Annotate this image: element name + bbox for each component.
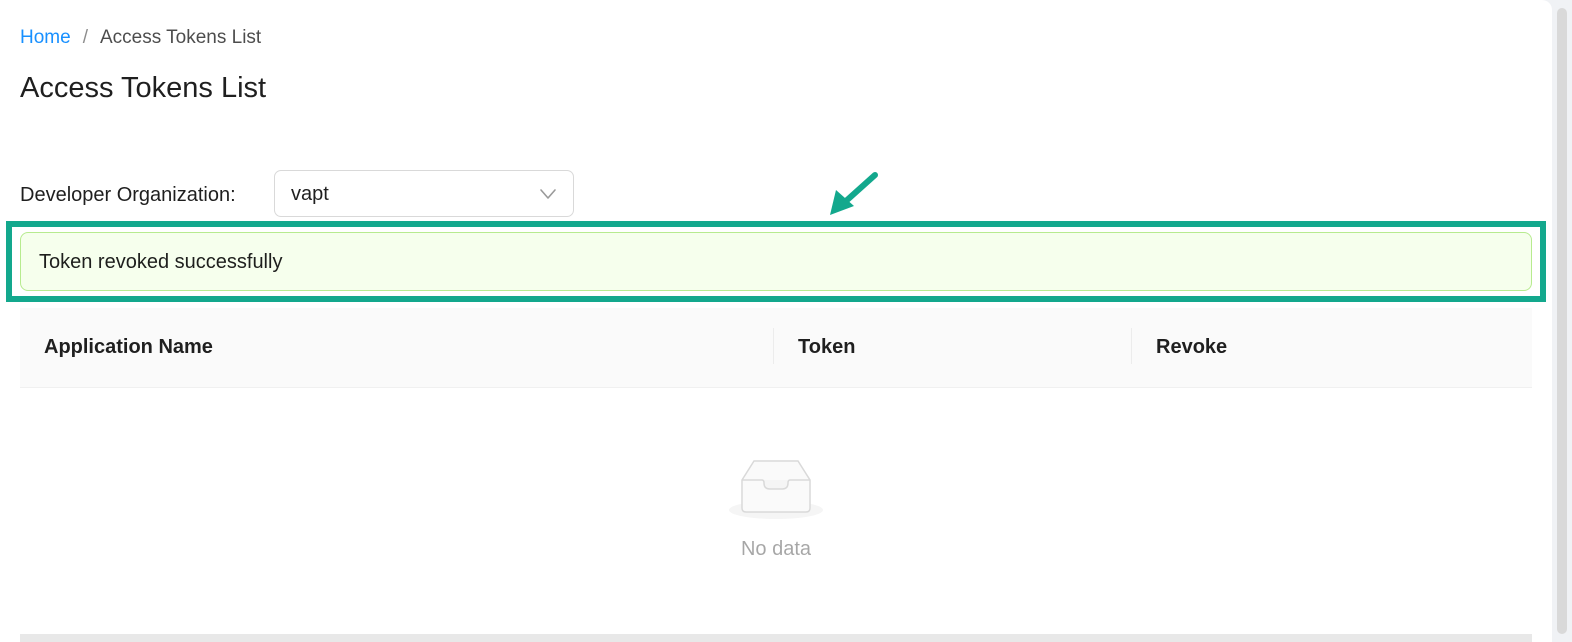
main-card: Home / Access Tokens List Access Tokens Li…: [0, 0, 1552, 642]
column-divider: [1131, 328, 1132, 364]
table-header: Application Name Token Revoke: [20, 308, 1532, 388]
column-divider: [773, 328, 774, 364]
developer-organization-label: Developer Organization:: [20, 184, 236, 206]
arrow-pointer-icon: [830, 172, 878, 215]
page-title: Access Tokens List: [20, 72, 267, 104]
chevron-down-icon: [540, 189, 556, 199]
annotation-highlight-box: [6, 221, 1546, 302]
vertical-scrollbar[interactable]: [1552, 0, 1572, 642]
column-header-token[interactable]: Token: [798, 308, 855, 387]
breadcrumb: Home / Access Tokens List: [20, 26, 261, 50]
breadcrumb-home-link[interactable]: Home: [20, 27, 71, 48]
breadcrumb-current: Access Tokens List: [99, 27, 262, 48]
vertical-scrollbar-thumb[interactable]: [1557, 8, 1567, 634]
breadcrumb-separator: /: [82, 27, 88, 48]
column-header-application-name[interactable]: Application Name: [44, 308, 213, 387]
empty-state-text: No data: [740, 538, 812, 560]
empty-inbox-icon: [729, 460, 823, 519]
column-header-revoke[interactable]: Revoke: [1156, 308, 1227, 387]
developer-organization-select[interactable]: vapt: [274, 170, 574, 217]
horizontal-scrollbar[interactable]: [20, 634, 1532, 642]
developer-organization-value: vapt: [291, 183, 329, 205]
